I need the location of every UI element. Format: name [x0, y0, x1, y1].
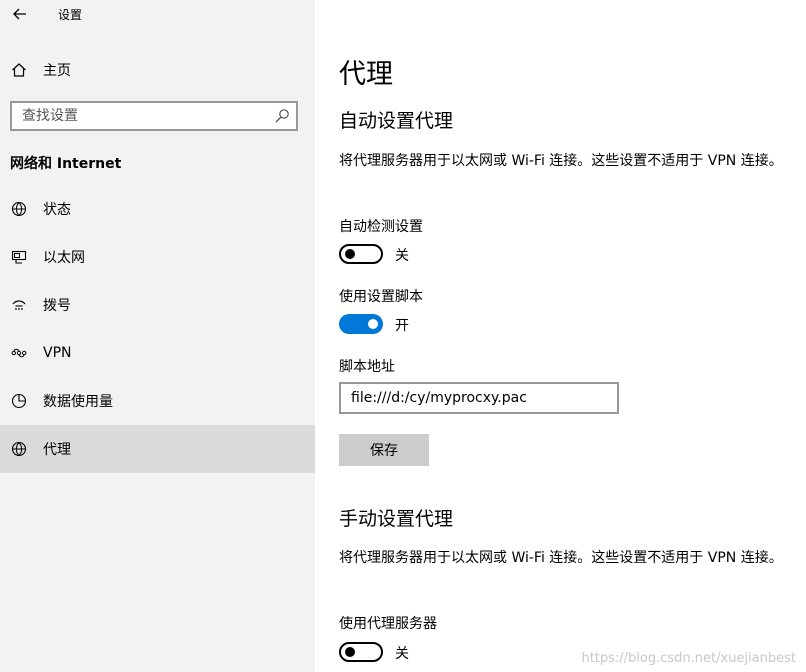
setup-script-state: 开: [395, 318, 409, 334]
ethernet-icon: [10, 248, 28, 266]
sidebar-item-dialup[interactable]: 拨号: [0, 281, 315, 329]
sidebar-item-label: VPN: [43, 345, 72, 361]
sidebar-item-label: 状态: [43, 202, 71, 218]
data-usage-icon: [10, 392, 28, 410]
sidebar-item-label: 拨号: [43, 298, 71, 314]
globe-status-icon: [10, 200, 28, 218]
sidebar-item-proxy[interactable]: 代理: [0, 425, 315, 473]
toggle-knob: [345, 647, 355, 657]
sidebar: 设置 主页 网络和 Internet 状态 以太网 拨号: [0, 0, 315, 672]
page-title: 代理: [339, 59, 393, 90]
setup-script-label: 使用设置脚本: [339, 289, 423, 305]
sidebar-item-label: 代理: [43, 442, 71, 458]
sidebar-item-ethernet[interactable]: 以太网: [0, 233, 315, 281]
nav-home[interactable]: 主页: [0, 52, 315, 88]
vpn-icon: [10, 344, 28, 362]
auto-proxy-heading: 自动设置代理: [339, 110, 454, 132]
setup-script-toggle[interactable]: [339, 314, 383, 334]
home-icon: [10, 61, 28, 79]
nav-home-label: 主页: [43, 63, 71, 79]
manual-proxy-heading: 手动设置代理: [339, 508, 454, 530]
app-title: 设置: [58, 8, 83, 22]
globe-icon: [10, 440, 28, 458]
use-proxy-state: 关: [395, 646, 409, 662]
search-icon[interactable]: [274, 108, 290, 124]
back-button[interactable]: [8, 2, 32, 26]
sidebar-item-status[interactable]: 状态: [0, 185, 315, 233]
script-address-label: 脚本地址: [339, 359, 395, 375]
section-title: 网络和 Internet: [10, 156, 122, 172]
dialup-icon: [10, 296, 28, 314]
sidebar-item-vpn[interactable]: VPN: [0, 329, 315, 377]
toggle-knob: [345, 249, 355, 259]
toggle-knob: [368, 319, 378, 329]
script-address-input[interactable]: [341, 384, 621, 412]
watermark: https://blog.csdn.net/xuejianbest: [581, 651, 796, 666]
search-input[interactable]: [12, 103, 272, 129]
auto-detect-toggle[interactable]: [339, 244, 383, 264]
save-button[interactable]: 保存: [339, 434, 429, 466]
auto-detect-label: 自动检测设置: [339, 219, 423, 235]
auto-detect-state: 关: [395, 248, 409, 264]
manual-proxy-description: 将代理服务器用于以太网或 Wi-Fi 连接。这些设置不适用于 VPN 连接。: [339, 550, 783, 566]
main-content: 代理 自动设置代理 将代理服务器用于以太网或 Wi-Fi 连接。这些设置不适用于…: [315, 0, 806, 672]
auto-proxy-description: 将代理服务器用于以太网或 Wi-Fi 连接。这些设置不适用于 VPN 连接。: [339, 153, 783, 169]
sidebar-item-data-usage[interactable]: 数据使用量: [0, 377, 315, 425]
title-bar: 设置: [0, 0, 315, 28]
search-box[interactable]: [10, 101, 298, 131]
back-arrow-icon: [13, 8, 26, 20]
script-address-field[interactable]: [339, 382, 621, 414]
use-proxy-toggle[interactable]: [339, 642, 383, 662]
use-proxy-label: 使用代理服务器: [339, 616, 437, 632]
sidebar-item-label: 以太网: [43, 250, 85, 266]
sidebar-item-label: 数据使用量: [43, 394, 113, 410]
